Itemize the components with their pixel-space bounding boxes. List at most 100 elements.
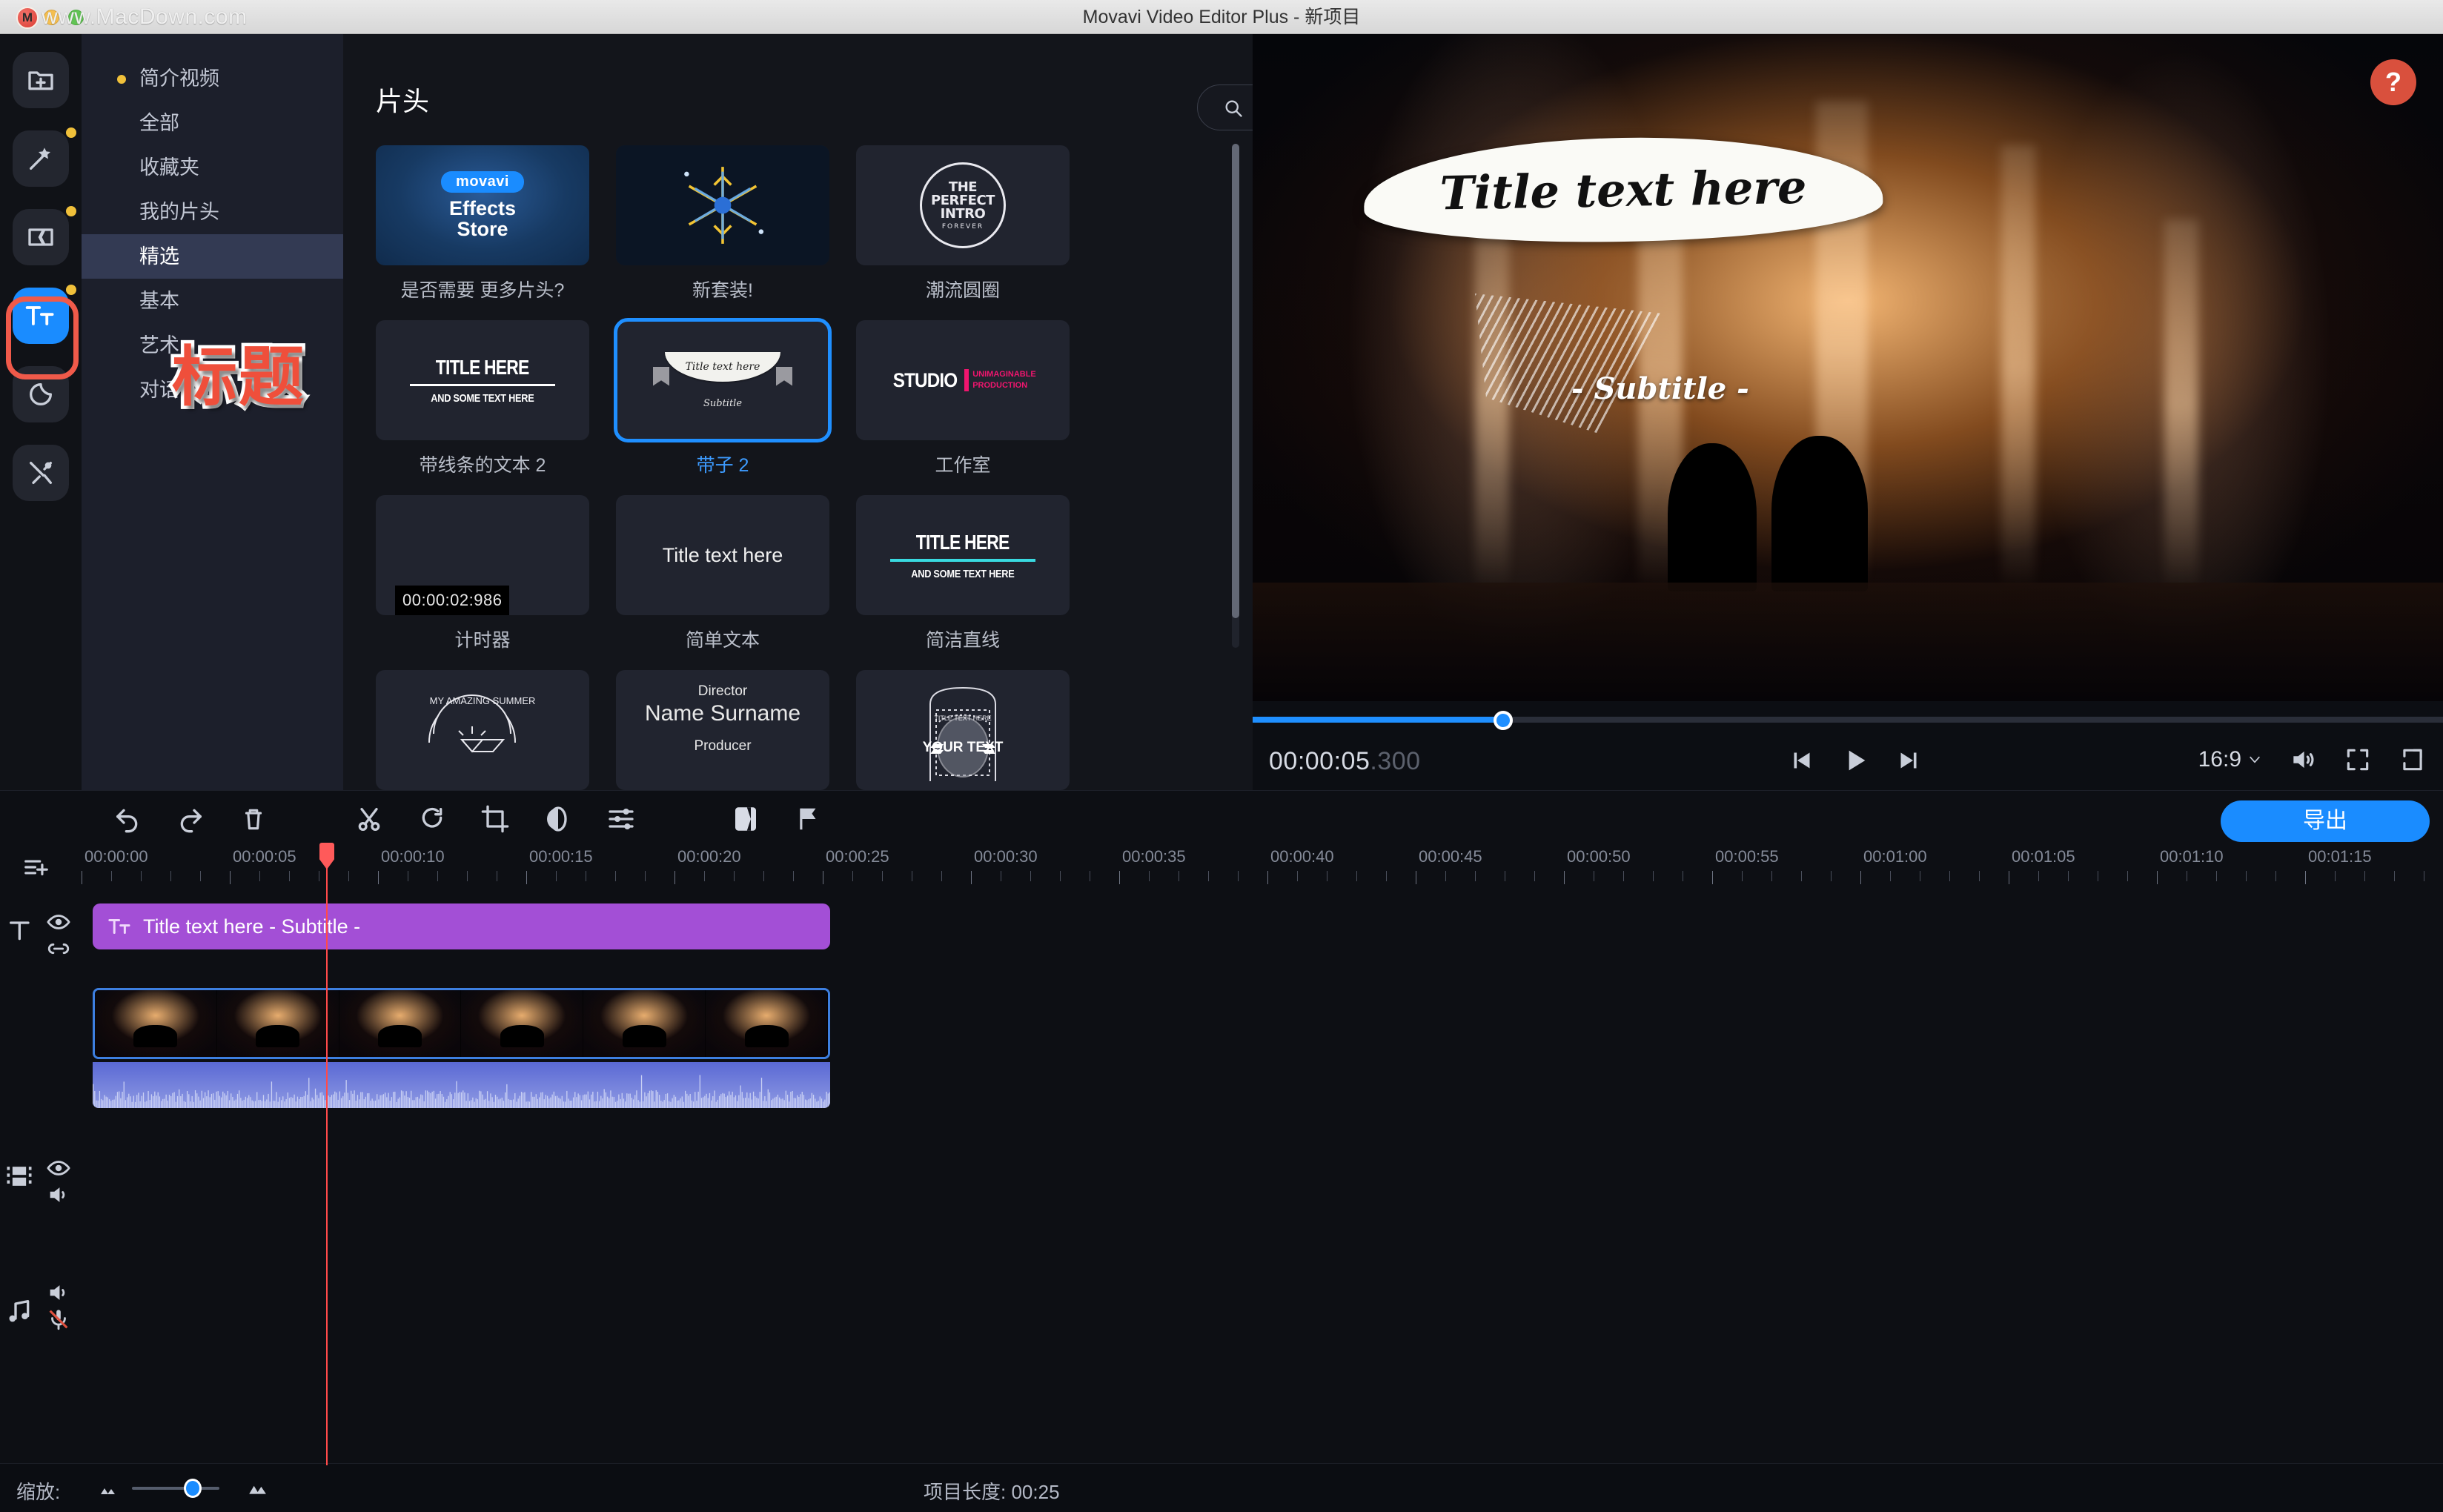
minimize-button[interactable] bbox=[44, 10, 59, 25]
seek-handle[interactable] bbox=[1494, 711, 1513, 730]
crop-icon bbox=[481, 805, 509, 833]
add-track-button[interactable] bbox=[0, 853, 82, 887]
ground-shadow bbox=[1253, 583, 2443, 701]
effect-thumbnail[interactable]: Director Name Surname Producer bbox=[616, 670, 829, 790]
transition-wizard-button[interactable] bbox=[729, 803, 762, 835]
effect-thumbnail[interactable]: STUDIO UNIMAGINABLE PRODUCTION bbox=[856, 320, 1070, 440]
zoom-in-icon[interactable] bbox=[245, 1479, 270, 1498]
effect-item[interactable]: Title text here 简单文本 bbox=[616, 495, 829, 652]
video-canvas[interactable]: Title text here - Subtitle - ? bbox=[1253, 34, 2443, 701]
zoom-out-icon[interactable] bbox=[96, 1480, 119, 1498]
effects-grid[interactable]: movavi Effects Store 是否需要 更多片头? 新套装! THE PERFE… bbox=[376, 145, 1213, 790]
export-button[interactable]: 导出 bbox=[2221, 800, 2430, 842]
effect-thumbnail[interactable]: MY AMAZING SUMMER bbox=[376, 670, 589, 790]
tools-icon bbox=[30, 462, 53, 484]
effect-thumbnail[interactable]: movavi Effects Store bbox=[376, 145, 589, 265]
effect-caption: 潮流圆圈 bbox=[925, 280, 1000, 301]
effects-browser: 片头 查找 movaviEffectsStore是否需要 更多片头?新套装!TH… bbox=[343, 34, 1563, 790]
cut-button[interactable] bbox=[353, 803, 385, 835]
ruler-tick bbox=[1030, 871, 1031, 881]
delete-button[interactable] bbox=[237, 803, 270, 835]
circle-line-3: INTRO bbox=[940, 205, 986, 222]
effect-item[interactable]: TITLE HERE AND SOME TEXT HERE 简洁直线 bbox=[856, 495, 1070, 652]
effect-item[interactable]: Director Name Surname Producer bbox=[616, 670, 829, 790]
effect-item[interactable]: MY AMAZING SUMMER bbox=[376, 670, 589, 790]
redo-button[interactable] bbox=[174, 803, 207, 835]
flag-icon bbox=[800, 808, 816, 830]
crop-button[interactable] bbox=[479, 803, 511, 835]
circle-intro-art: THE PERFECT INTRO FOREVER bbox=[856, 145, 1070, 265]
new-badge-dot bbox=[66, 285, 76, 295]
effect-thumbnail[interactable] bbox=[616, 145, 829, 265]
effect-item[interactable]: movavi Effects Store 是否需要 更多片头? bbox=[376, 145, 589, 302]
add-track-icon bbox=[24, 860, 48, 876]
timeline-ruler[interactable]: 00:00:00 00:00:05 00:00:10 00:00:15 00:00:20… bbox=[82, 844, 2443, 884]
zoom-slider-track[interactable] bbox=[132, 1487, 219, 1490]
ruler-label: 00:00:35 bbox=[1122, 847, 1186, 866]
marker-button[interactable] bbox=[792, 803, 825, 835]
speaker-icon[interactable] bbox=[46, 1280, 71, 1305]
annotation-label: 标题 bbox=[168, 337, 307, 417]
browser-scrollbar[interactable] bbox=[1232, 144, 1239, 648]
thumb-rule bbox=[410, 384, 555, 386]
browser-scrollbar-thumb[interactable] bbox=[1232, 144, 1239, 618]
maximize-button[interactable] bbox=[68, 10, 84, 25]
skip-forward-icon[interactable] bbox=[1895, 747, 1922, 774]
rail-item-titles[interactable] bbox=[13, 285, 76, 344]
sidebar-item[interactable]: 精选 bbox=[82, 234, 343, 279]
title-clip[interactable]: Title text here - Subtitle - bbox=[93, 903, 830, 949]
folder-plus-icon bbox=[28, 71, 53, 90]
detach-icon[interactable] bbox=[2399, 746, 2427, 774]
sidebar-item[interactable]: 简介视频 bbox=[82, 56, 343, 101]
undo-button[interactable] bbox=[111, 803, 144, 835]
effect-thumbnail[interactable]: TITLE HERE AND SOME TEXT HERE bbox=[856, 495, 1070, 615]
aspect-ratio-select[interactable]: 16:9 bbox=[2198, 747, 2262, 772]
rail-item-stickers[interactable] bbox=[13, 366, 69, 422]
ruler-tick bbox=[2157, 871, 2158, 884]
eye-icon[interactable] bbox=[46, 1155, 71, 1181]
effect-thumbnail[interactable]: 00:00:02:986 bbox=[376, 495, 589, 615]
playhead[interactable] bbox=[319, 843, 334, 1465]
effect-thumbnail[interactable]: Title text here bbox=[616, 495, 829, 615]
rail-item-transitions[interactable] bbox=[13, 206, 76, 265]
svg-text:MY AMAZING SUMMER: MY AMAZING SUMMER bbox=[430, 695, 536, 706]
effect-item[interactable]: 新套装! bbox=[616, 145, 829, 302]
eye-icon[interactable] bbox=[46, 909, 71, 935]
rail-item-import[interactable] bbox=[13, 52, 69, 108]
mic-muted-icon[interactable] bbox=[46, 1307, 71, 1332]
sidebar-item[interactable]: 收藏夹 bbox=[82, 145, 343, 190]
sidebar-item[interactable]: 全部 bbox=[82, 101, 343, 145]
effect-thumbnail[interactable]: THE PERFECT INTRO FOREVER bbox=[856, 145, 1070, 265]
speaker-icon[interactable] bbox=[2289, 746, 2317, 774]
skip-back-icon[interactable] bbox=[1789, 747, 1815, 774]
audio-clip[interactable] bbox=[93, 1062, 830, 1108]
speaker-icon[interactable] bbox=[46, 1182, 71, 1207]
effect-item[interactable]: TITLE TEXT HERE YOUR TEXT bbox=[856, 670, 1070, 790]
properties-button[interactable] bbox=[605, 803, 637, 835]
effect-item[interactable]: STUDIO UNIMAGINABLE PRODUCTION 工作室 bbox=[856, 320, 1070, 477]
play-icon[interactable] bbox=[1840, 746, 1870, 775]
rail-item-tools[interactable] bbox=[13, 445, 69, 501]
ruler-tick bbox=[2275, 871, 2276, 881]
effect-item[interactable]: 00:00:02:986 计时器 bbox=[376, 495, 589, 652]
fullscreen-icon[interactable] bbox=[2344, 746, 2372, 774]
effect-item[interactable]: TITLE HERE AND SOME TEXT HERE 带线条的文本 2 bbox=[376, 320, 589, 477]
sidebar-item[interactable]: 基本 bbox=[82, 279, 343, 323]
player-controls: 00:00:05.300 16:9 bbox=[1253, 738, 2443, 790]
seek-bar[interactable] bbox=[1253, 705, 2443, 735]
effect-thumbnail[interactable]: TITLE HERE AND SOME TEXT HERE bbox=[376, 320, 589, 440]
effect-thumbnail[interactable]: Title text here Subtitle bbox=[614, 318, 832, 442]
ruler-label: 00:01:10 bbox=[2160, 847, 2224, 866]
zoom-slider-handle[interactable] bbox=[184, 1479, 202, 1498]
help-button[interactable]: ? bbox=[2370, 59, 2416, 105]
effect-item[interactable]: Title text here Subtitle 带子 2 bbox=[614, 318, 832, 477]
ruler-tick bbox=[1949, 871, 1950, 881]
effect-thumbnail[interactable]: TITLE TEXT HERE YOUR TEXT bbox=[856, 670, 1070, 790]
color-adjust-button[interactable] bbox=[542, 803, 574, 835]
effect-item[interactable]: THE PERFECT INTRO FOREVER 潮流圆圈 bbox=[856, 145, 1070, 302]
video-clip[interactable] bbox=[93, 988, 830, 1059]
rail-item-filters[interactable] bbox=[13, 127, 76, 187]
rotate-button[interactable] bbox=[416, 803, 448, 835]
link-icon[interactable] bbox=[46, 936, 71, 961]
sidebar-item[interactable]: 我的片头 bbox=[82, 190, 343, 234]
